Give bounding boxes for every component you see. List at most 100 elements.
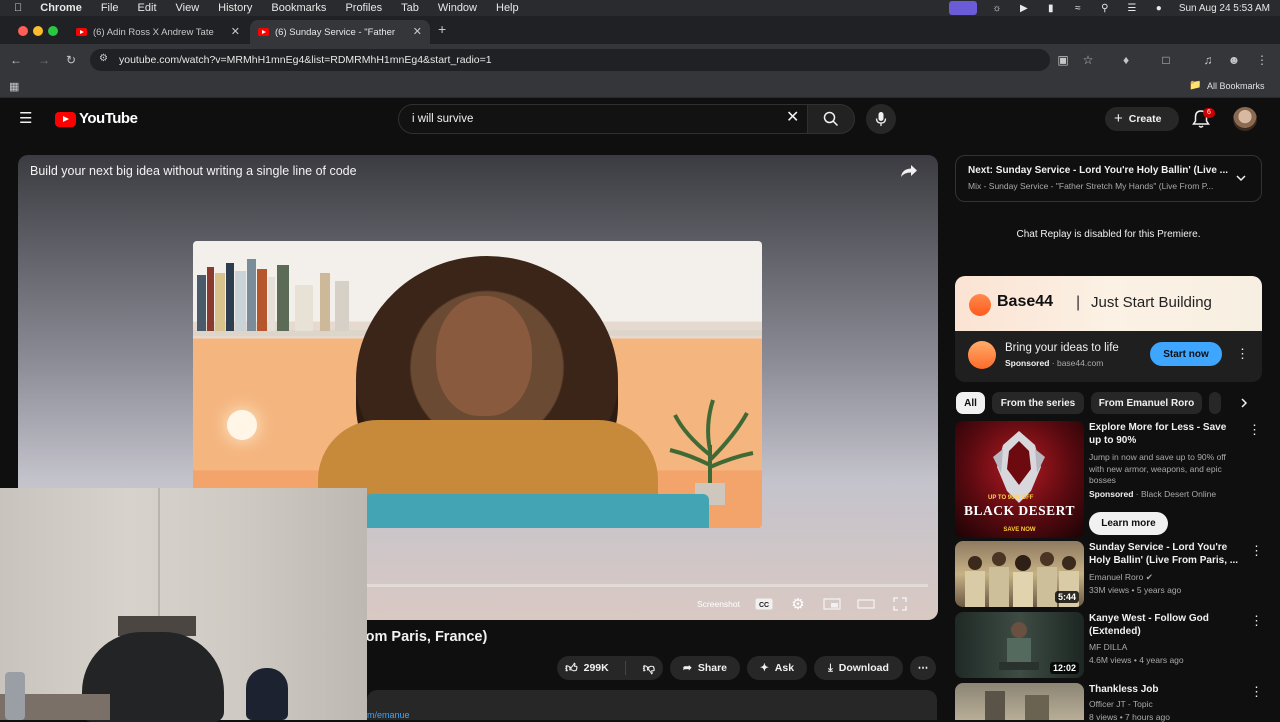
voice-search-button[interactable]	[866, 104, 896, 134]
folder-icon: 📁	[1189, 80, 1202, 91]
battery-icon[interactable]: ▮	[1044, 3, 1058, 14]
reload-icon[interactable]: ↻	[63, 52, 79, 68]
hamburger-menu-icon[interactable]: ☰	[19, 111, 32, 126]
siri-icon[interactable]: ●	[1152, 3, 1166, 14]
sponsor-brand: Base44	[997, 293, 1054, 310]
tab-sunday-service[interactable]: (6) Sunday Service - "Father ✕	[250, 20, 430, 44]
menu-clock[interactable]: Sun Aug 24 5:53 AM	[1179, 3, 1270, 14]
related-title[interactable]: Sunday Service - Lord You're Holy Ballin…	[1089, 542, 1241, 567]
chip-all[interactable]: All	[956, 392, 985, 414]
share-button[interactable]: ➦ Share	[670, 656, 740, 680]
menu-profiles[interactable]: Profiles	[345, 2, 382, 14]
menu-app-name[interactable]: Chrome	[40, 2, 82, 14]
address-bar[interactable]: ⚙ youtube.com/watch?v=MRMhH1mnEg4&list=R…	[90, 49, 1050, 71]
related-channel[interactable]: Emanuel Roro	[1089, 572, 1143, 582]
ask-button[interactable]: ✦ Ask	[747, 656, 807, 680]
play-status-icon[interactable]: ▶	[1017, 3, 1031, 14]
chip-from-the-series[interactable]: From the series	[992, 392, 1084, 414]
apps-grid-icon[interactable]: ▦	[9, 80, 19, 93]
sponsor-headline[interactable]: Bring your ideas to life	[1005, 342, 1119, 354]
menu-tab[interactable]: Tab	[401, 2, 419, 14]
related-more-icon[interactable]: ⋮	[1248, 423, 1261, 437]
menu-help[interactable]: Help	[496, 2, 519, 14]
all-bookmarks-link[interactable]: All Bookmarks	[1207, 81, 1265, 91]
control-center-icon[interactable]: ☰	[1125, 3, 1139, 14]
site-info-icon[interactable]: ⚙	[99, 53, 108, 64]
related-thumbnail-thankless-job[interactable]	[955, 683, 1084, 720]
spotlight-search-icon[interactable]: ⚲	[1098, 3, 1112, 14]
menu-file[interactable]: File	[101, 2, 119, 14]
related-title[interactable]: Thankless Job	[1089, 684, 1241, 697]
sponsor-more-icon[interactable]: ⋮	[1236, 347, 1249, 361]
related-thumbnail-follow-god[interactable]: 12:02	[955, 612, 1084, 678]
player-share-icon[interactable]	[900, 164, 918, 178]
menu-window[interactable]: Window	[438, 2, 477, 14]
video-duration: 12:02	[1049, 662, 1079, 674]
profile-icon[interactable]: ☻	[1226, 52, 1242, 68]
headphones-icon[interactable]: ☼	[990, 3, 1004, 14]
learn-more-button[interactable]: Learn more	[1089, 512, 1168, 535]
search-button[interactable]	[807, 104, 855, 134]
theater-mode-icon[interactable]	[856, 597, 876, 611]
miniplayer-icon[interactable]	[822, 597, 842, 611]
media-controls-icon[interactable]: ♫	[1200, 52, 1216, 68]
minimize-window-button[interactable]	[33, 26, 43, 36]
menu-edit[interactable]: Edit	[138, 2, 157, 14]
related-more-icon[interactable]: ⋮	[1250, 685, 1263, 699]
clear-search-icon[interactable]: ✕	[786, 109, 799, 127]
back-icon[interactable]: ←	[8, 52, 24, 68]
menu-view[interactable]: View	[176, 2, 200, 14]
up-next-title[interactable]: Next: Sunday Service - Lord You're Holy …	[968, 165, 1228, 176]
tab-adin-ross[interactable]: (6) Adin Ross X Andrew Tate ✕	[68, 20, 248, 44]
related-more-icon[interactable]: ⋮	[1250, 614, 1263, 628]
account-avatar[interactable]	[1233, 107, 1257, 131]
chip-partial[interactable]	[1209, 392, 1221, 414]
captions-icon[interactable]: CC	[754, 597, 774, 611]
thumbs-down-icon[interactable]: 👎︎	[643, 661, 655, 676]
settings-gear-icon[interactable]: ⚙	[788, 596, 808, 613]
description-box[interactable]	[367, 690, 937, 720]
description-link[interactable]: m/emanue	[367, 710, 410, 720]
more-actions-button[interactable]: ⋯	[910, 656, 936, 680]
menu-bookmarks[interactable]: Bookmarks	[271, 2, 326, 14]
related-thumbnail-sunday-service[interactable]: 5:44	[955, 541, 1084, 607]
youtube-logo-icon[interactable]	[55, 112, 76, 127]
forward-icon[interactable]: →	[36, 52, 52, 68]
new-tab-icon[interactable]: +	[438, 21, 446, 37]
chrome-menu-icon[interactable]: ⋮	[1254, 52, 1270, 68]
related-channel[interactable]: MF DILLA	[1089, 642, 1127, 652]
related-title[interactable]: Kanye West - Follow God (Extended)	[1089, 613, 1241, 638]
extensions-icon[interactable]: ♦	[1118, 52, 1134, 68]
apple-menu-icon[interactable]: 	[14, 2, 22, 14]
create-button[interactable]: + Create	[1105, 107, 1179, 131]
screen-record-icon[interactable]	[948, 1, 977, 15]
tab-close-icon[interactable]: ✕	[231, 25, 240, 38]
like-button[interactable]: 👍︎ 299K	[565, 661, 609, 676]
more-horizontal-icon: ⋯	[917, 662, 929, 674]
related-more-icon[interactable]: ⋮	[1250, 544, 1263, 558]
menu-history[interactable]: History	[218, 2, 252, 14]
screenshot-button[interactable]: Screenshot	[697, 599, 740, 609]
maximize-window-button[interactable]	[48, 26, 58, 36]
tab-close-icon[interactable]: ✕	[413, 25, 422, 38]
cast-icon[interactable]: ▣	[1055, 52, 1071, 68]
related-thumbnail-black-desert[interactable]: UP TO 90% OFF BLACK DESERT SAVE NOW	[955, 421, 1084, 538]
bookmark-star-icon[interactable]: ☆	[1080, 52, 1096, 68]
youtube-logo-text[interactable]: YouTube	[79, 110, 138, 127]
chevron-down-icon[interactable]	[1234, 171, 1248, 185]
tab-search-icon[interactable]: □	[1158, 52, 1174, 68]
close-window-button[interactable]	[18, 26, 28, 36]
video-duration: 5:44	[1054, 591, 1079, 603]
fullscreen-icon[interactable]	[890, 597, 910, 611]
chip-from-emanuel-roro[interactable]: From Emanuel Roro	[1091, 392, 1202, 414]
search-input[interactable]	[410, 108, 770, 130]
player-ad-title[interactable]: Build your next big idea without writing…	[30, 164, 357, 178]
chevron-right-icon[interactable]	[1237, 396, 1251, 410]
wifi-icon[interactable]: ≈	[1071, 3, 1085, 14]
up-next-panel[interactable]	[955, 155, 1262, 202]
start-now-button[interactable]: Start now	[1150, 342, 1222, 366]
related-title[interactable]: Explore More for Less - Save up to 90%	[1089, 422, 1241, 447]
download-button[interactable]: ⤓ Download	[814, 656, 903, 680]
chat-replay-disabled-text: Chat Replay is disabled for this Premier…	[1016, 229, 1201, 240]
related-channel[interactable]: Officer JT - Topic	[1089, 699, 1153, 709]
